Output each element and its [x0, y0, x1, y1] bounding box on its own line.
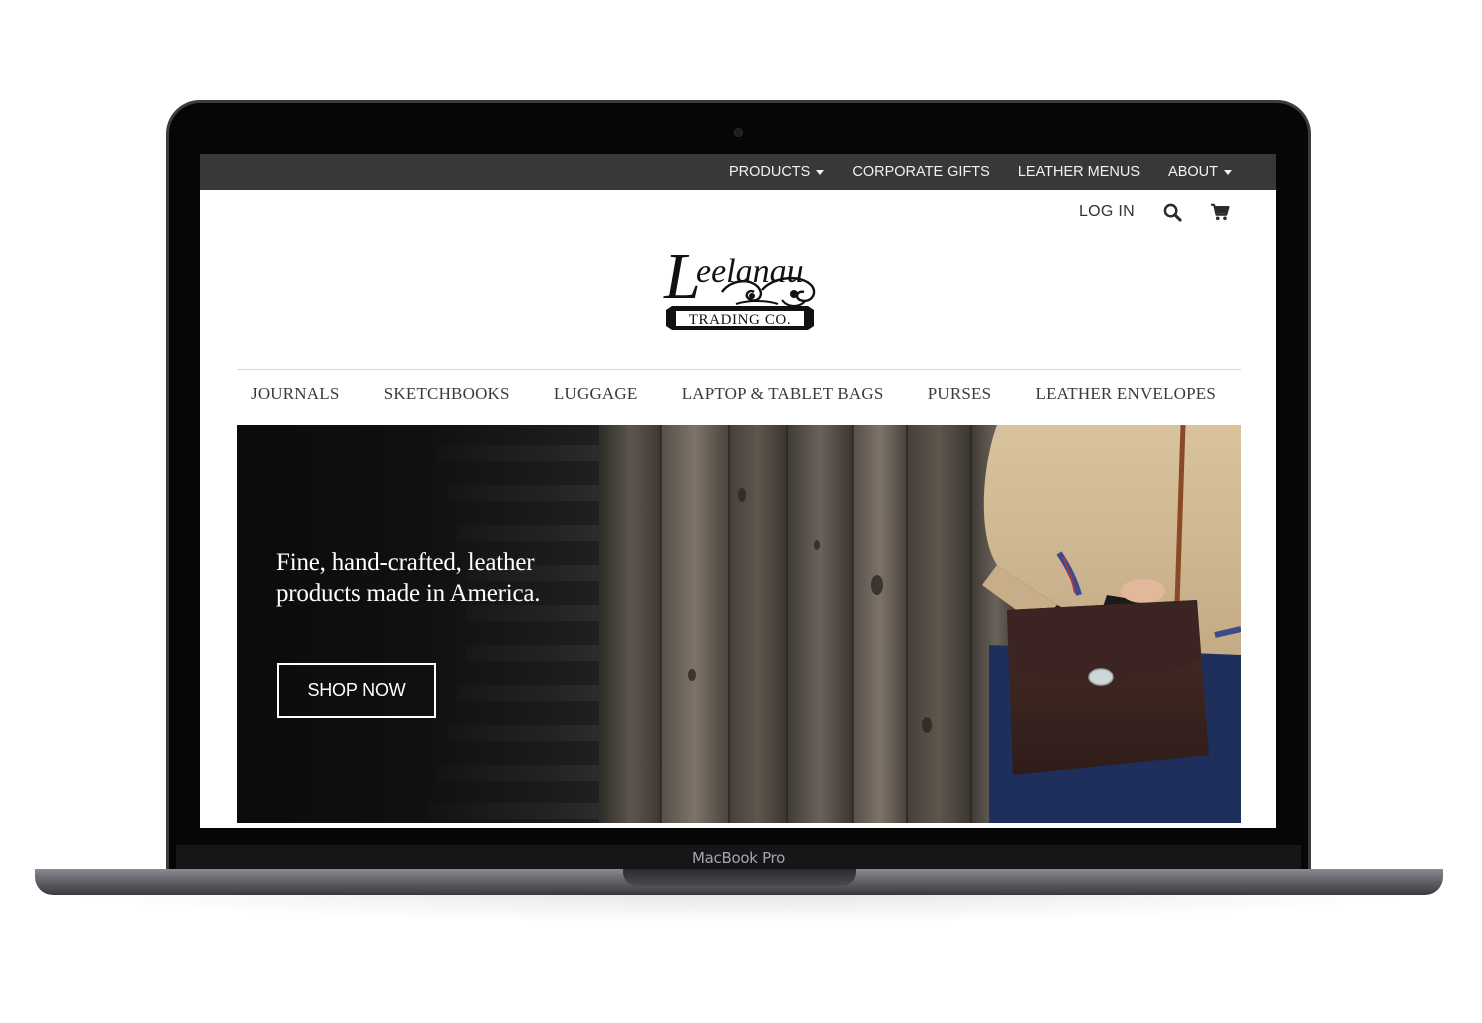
- topbar-item-label: PRODUCTS: [728, 164, 811, 180]
- camera-icon: [734, 128, 743, 137]
- nav-item-laptop-tablet-bags[interactable]: LAPTOP & TABLET BAGS: [682, 384, 884, 404]
- topbar-item-label: CORPORATE GIFTS: [852, 164, 990, 180]
- caret-down-icon: [1224, 169, 1232, 175]
- svg-text:eelanau: eelanau: [696, 253, 804, 290]
- login-link[interactable]: LOG IN: [1079, 203, 1135, 221]
- topbar-item-corporate-gifts[interactable]: CORPORATE GIFTS: [852, 164, 990, 180]
- hero-overlay: [237, 425, 657, 823]
- cart-icon[interactable]: [1210, 203, 1230, 221]
- topbar-item-about[interactable]: ABOUT: [1168, 164, 1232, 180]
- svg-text:TRADING CO.: TRADING CO.: [689, 312, 791, 328]
- topbar-item-label: LEATHER MENUS: [1017, 164, 1141, 180]
- laptop-chin: MacBook Pro: [176, 845, 1301, 869]
- laptop-shadow: [60, 893, 1420, 923]
- nav-item-sketchbooks[interactable]: SKETCHBOOKS: [384, 384, 510, 404]
- topbar-item-label: ABOUT: [1168, 164, 1218, 180]
- hero-banner: Fine, hand-crafted, leather products mad…: [237, 425, 1241, 823]
- topbar-item-leather-menus[interactable]: LEATHER MENUS: [1018, 164, 1140, 180]
- top-navigation-bar: PRODUCTS CORPORATE GIFTS LEATHER MENUS A…: [200, 154, 1276, 190]
- utility-links: LOG IN: [1079, 200, 1230, 224]
- topbar-item-products[interactable]: PRODUCTS: [728, 164, 825, 180]
- nav-item-journals[interactable]: JOURNALS: [251, 384, 340, 404]
- site-logo[interactable]: L eelanau TRADING CO.: [662, 234, 818, 336]
- nav-item-leather-envelopes[interactable]: LEATHER ENVELOPES: [1036, 384, 1216, 404]
- hero-headline: Fine, hand-crafted, leather products mad…: [276, 549, 541, 607]
- search-icon[interactable]: [1163, 203, 1182, 222]
- caret-down-icon: [816, 169, 825, 175]
- category-navigation: JOURNALS SKETCHBOOKS LUGGAGE LAPTOP & TA…: [237, 380, 1241, 408]
- device-label: MacBook Pro: [692, 849, 785, 867]
- shop-now-button[interactable]: SHOP NOW: [277, 663, 436, 718]
- nav-item-purses[interactable]: PURSES: [928, 384, 992, 404]
- nav-divider: [237, 369, 1241, 370]
- laptop-notch: [623, 869, 856, 886]
- browser-viewport: PRODUCTS CORPORATE GIFTS LEATHER MENUS A…: [200, 154, 1276, 828]
- nav-item-luggage[interactable]: LUGGAGE: [554, 384, 638, 404]
